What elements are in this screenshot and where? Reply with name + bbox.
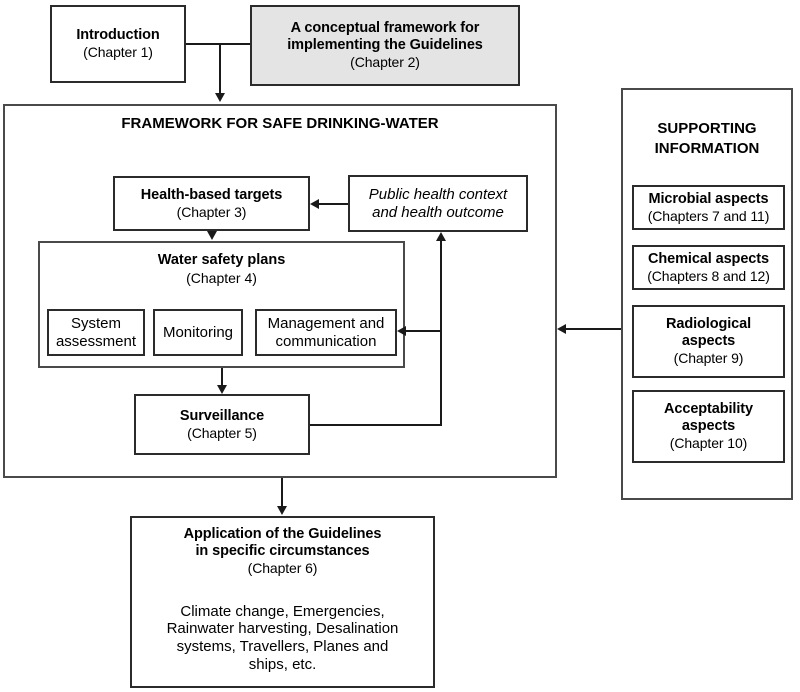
public-health-context-line2: and health outcome xyxy=(372,203,504,221)
supporting-information-heading-line2: INFORMATION xyxy=(654,140,760,157)
wsp-component-line1: Management and xyxy=(267,314,385,332)
connector-feedback-branch-to-management xyxy=(405,330,442,332)
introduction-box: Introduction (Chapter 1) xyxy=(50,5,186,83)
arrowhead-into-surveillance xyxy=(217,385,227,394)
supporting-item-acceptability: Acceptability aspects (Chapter 10) xyxy=(632,390,785,463)
surveillance-chapter: (Chapter 5) xyxy=(187,424,257,441)
application-chapter: (Chapter 6) xyxy=(247,560,318,577)
connector-intro-to-conceptual xyxy=(186,43,250,45)
supporting-item-title-line1: Radiological xyxy=(665,316,751,333)
diagram-canvas: Introduction (Chapter 1) A conceptual fr… xyxy=(0,0,800,692)
arrowhead-into-framework-from-supporting xyxy=(557,324,566,334)
connector-publichealth-to-targets xyxy=(318,203,348,205)
water-safety-plans-title: Water safety plans xyxy=(157,252,286,268)
surveillance-title: Surveillance xyxy=(179,407,265,424)
wsp-component-monitoring: Monitoring xyxy=(153,309,243,356)
supporting-item-chapter: (Chapter 9) xyxy=(673,350,744,367)
surveillance-box: Surveillance (Chapter 5) xyxy=(134,394,310,455)
arrowhead-into-application xyxy=(277,506,287,515)
wsp-component-line1: Monitoring xyxy=(162,323,234,341)
conceptual-framework-box: A conceptual framework for implementing … xyxy=(250,5,520,86)
public-health-context-line1: Public health context xyxy=(368,185,508,203)
water-safety-plans-chapter: (Chapter 4) xyxy=(186,270,257,286)
connector-feedback-vertical xyxy=(440,240,442,426)
arrowhead-into-framework xyxy=(215,93,225,102)
supporting-item-title-line2: aspects xyxy=(681,418,736,435)
application-body-line1: Climate change, Emergencies, xyxy=(180,602,385,620)
wsp-component-system-assessment: System assessment xyxy=(47,309,145,356)
wsp-component-line1: System xyxy=(70,314,121,332)
supporting-information-heading-line1: SUPPORTING xyxy=(657,120,757,137)
wsp-component-line2: assessment xyxy=(55,332,137,350)
application-body-line2: Rainwater harvesting, Desalination xyxy=(166,620,399,638)
health-based-targets-box: Health-based targets (Chapter 3) xyxy=(113,176,310,231)
supporting-item-title-line1: Acceptability xyxy=(664,401,753,418)
supporting-item-radiological: Radiological aspects (Chapter 9) xyxy=(632,305,785,378)
introduction-title: Introduction xyxy=(76,27,160,44)
introduction-chapter: (Chapter 1) xyxy=(83,44,153,61)
conceptual-framework-title-line1: A conceptual framework for xyxy=(290,20,480,37)
application-body-line4: ships, etc. xyxy=(248,655,317,673)
supporting-item-title: Chemical aspects xyxy=(648,250,769,267)
supporting-item-chapter: (Chapters 8 and 12) xyxy=(647,267,770,284)
arrowhead-into-management xyxy=(397,326,406,336)
connector-framework-to-application xyxy=(281,478,283,508)
wsp-component-line2: communication xyxy=(275,332,377,350)
connector-surveillance-feedback-horizontal xyxy=(310,424,442,426)
framework-heading: FRAMEWORK FOR SAFE DRINKING-WATER xyxy=(121,115,439,132)
supporting-item-chemical: Chemical aspects (Chapters 8 and 12) xyxy=(632,245,785,290)
supporting-item-microbial: Microbial aspects (Chapters 7 and 11) xyxy=(632,185,785,230)
supporting-item-title-line2: aspects xyxy=(681,333,736,350)
supporting-item-title: Microbial aspects xyxy=(648,190,769,207)
connector-wsp-to-surveillance xyxy=(221,368,223,386)
application-title-line1: Application of the Guidelines xyxy=(183,526,382,542)
health-based-targets-title: Health-based targets xyxy=(140,186,283,203)
supporting-item-chapter: (Chapters 7 and 11) xyxy=(647,207,770,224)
connector-tee-down-to-framework xyxy=(219,43,221,95)
wsp-component-management-communication: Management and communication xyxy=(255,309,397,356)
conceptual-framework-title-line2: implementing the Guidelines xyxy=(287,37,483,54)
application-title-line2: in specific circumstances xyxy=(195,543,370,560)
arrowhead-into-wsp xyxy=(207,231,217,240)
arrowhead-into-health-targets xyxy=(310,199,319,209)
supporting-item-chapter: (Chapter 10) xyxy=(669,435,748,452)
conceptual-framework-chapter: (Chapter 2) xyxy=(350,54,420,71)
application-box: Application of the Guidelines in specifi… xyxy=(130,516,435,688)
public-health-context-box: Public health context and health outcome xyxy=(348,175,528,232)
health-based-targets-chapter: (Chapter 3) xyxy=(176,203,247,220)
arrowhead-into-public-health xyxy=(436,232,446,241)
application-body-line3: systems, Travellers, Planes and xyxy=(176,638,389,656)
connector-supporting-to-framework xyxy=(565,328,621,330)
